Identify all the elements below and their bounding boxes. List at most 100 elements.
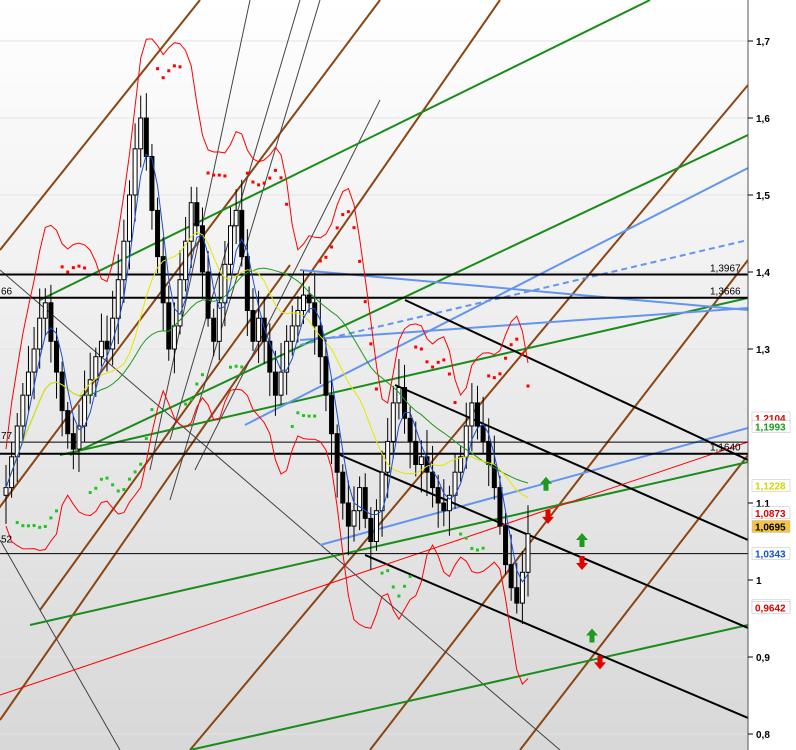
sar-dot — [352, 226, 356, 230]
sar-dot — [453, 401, 457, 405]
sar-dot — [279, 176, 283, 180]
candle-body — [418, 456, 424, 465]
candle-body — [205, 271, 211, 319]
sar-dot — [127, 477, 131, 481]
sar-dot — [313, 414, 317, 418]
level-label: 1,3967 — [710, 264, 741, 275]
candle-body — [25, 371, 31, 396]
sar-dot — [391, 585, 395, 589]
forex-chart[interactable]: 1,71,61,51,41,31,110,90,8 1,21041,19931,… — [0, 0, 796, 750]
candle-body — [396, 387, 402, 404]
left-level-label: 52 — [1, 534, 13, 545]
sar-dot — [49, 516, 53, 520]
sar-dot — [195, 382, 199, 386]
candle-body — [54, 340, 60, 373]
sar-dot — [122, 488, 126, 492]
candle-body — [155, 209, 161, 258]
sar-dot — [133, 470, 137, 474]
candle-body — [435, 487, 441, 504]
sar-dot — [504, 356, 508, 360]
candle-body — [121, 240, 127, 281]
sar-dot — [77, 264, 81, 268]
sar-dot — [26, 524, 30, 528]
sar-dot — [403, 584, 407, 588]
candle-body — [126, 194, 132, 242]
candle-body — [3, 487, 9, 496]
sar-dot — [374, 387, 378, 391]
sar-dot — [60, 265, 64, 269]
price-badge-label: 0,9642 — [755, 604, 786, 615]
candle-body — [486, 440, 492, 465]
sar-dot — [217, 173, 221, 177]
sar-dot — [32, 524, 36, 528]
sar-dot — [386, 569, 390, 573]
sar-dot — [268, 176, 272, 180]
sar-dot — [464, 536, 468, 540]
y-tick-label: 1,5 — [756, 191, 770, 202]
sar-dot — [206, 171, 210, 175]
sar-dot — [520, 352, 524, 356]
candle-body — [256, 317, 262, 342]
y-tick-label: 0,9 — [756, 653, 770, 664]
candle-body — [272, 371, 278, 396]
candle-body — [194, 202, 200, 227]
left-level-label: 77 — [1, 431, 13, 442]
chart-root: 1,7 1,6 1,5 1,4 1,3 1,1 1 0,9 0,8 1,2104 1,1993 1,… — [0, 0, 796, 750]
sar-dot — [245, 171, 249, 175]
sar-dot — [234, 364, 238, 368]
candle-body — [407, 417, 413, 442]
sar-dot — [273, 168, 277, 172]
sar-dot — [156, 67, 160, 71]
sar-dot — [105, 476, 109, 480]
sar-dot — [498, 372, 502, 376]
candle-body — [306, 294, 312, 304]
sar-dot — [509, 343, 513, 347]
sar-dot — [436, 360, 440, 364]
candle-body — [480, 425, 486, 442]
sar-dot — [111, 483, 115, 487]
sar-dot — [66, 270, 70, 274]
sar-dot — [94, 486, 98, 490]
level-label: 1,1640 — [710, 443, 741, 454]
sar-dot — [425, 360, 429, 364]
candle-body — [42, 302, 48, 319]
candle-body — [98, 340, 104, 358]
price-badge-label: 1,0343 — [755, 550, 786, 561]
candle-body — [143, 117, 149, 157]
price-axis-panel — [748, 0, 796, 750]
candle-body — [345, 502, 351, 527]
candle-body — [463, 425, 469, 458]
sar-dot — [290, 424, 294, 428]
sar-dot — [212, 173, 216, 177]
candle-body — [239, 209, 245, 258]
candle-body — [93, 356, 99, 381]
candle-body — [362, 487, 368, 519]
candle-body — [385, 440, 391, 473]
sar-dot — [189, 398, 193, 402]
sar-dot — [43, 524, 47, 528]
sar-dot — [515, 337, 519, 341]
candle-body — [503, 525, 509, 566]
candle-body — [329, 394, 335, 435]
candle-body — [458, 456, 464, 473]
sar-dot — [285, 202, 289, 206]
candle-body — [250, 310, 256, 342]
candle-body — [20, 394, 26, 427]
sar-dot — [408, 574, 412, 578]
sar-dot — [55, 509, 59, 513]
y-tick-label: 1,7 — [756, 37, 770, 48]
candle-body — [519, 571, 525, 604]
candle-body — [228, 225, 234, 265]
sar-dot — [15, 520, 19, 524]
sar-dot — [397, 594, 401, 598]
sar-dot — [475, 548, 479, 552]
sar-dot — [257, 183, 261, 187]
sar-dot — [71, 266, 75, 270]
candle-body — [368, 517, 374, 543]
sar-dot — [116, 489, 120, 493]
sar-dot — [380, 571, 384, 575]
candle-body — [508, 564, 514, 589]
candle-body — [37, 317, 43, 350]
sar-dot — [363, 300, 367, 304]
candle-body — [211, 317, 217, 342]
